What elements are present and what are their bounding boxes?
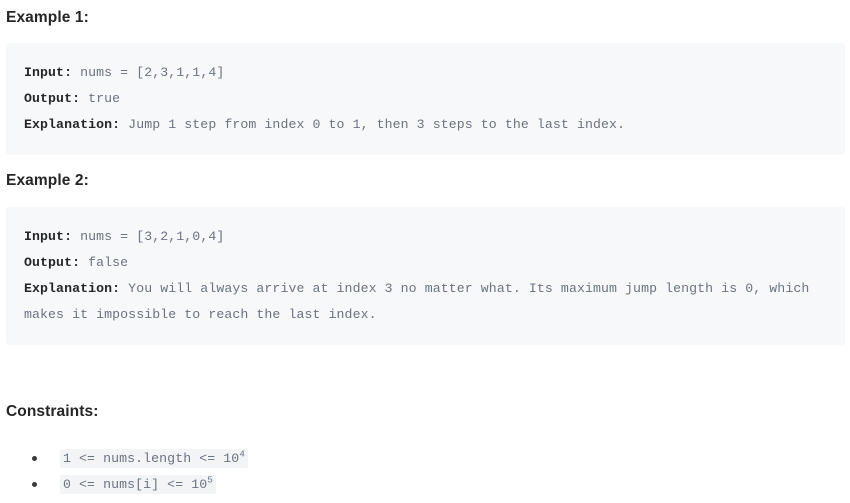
input-value: nums = [2,3,1,1,4]: [72, 65, 225, 80]
output-value: false: [80, 255, 129, 270]
example-1-code-block: Input: nums = [2,3,1,1,4] Output: true E…: [6, 43, 845, 155]
example-2-input-line: Input: nums = [3,2,1,0,4]: [24, 224, 827, 250]
list-item: 0 <= nums[i] <= 105: [32, 471, 248, 497]
example-2-output-line: Output: false: [24, 250, 827, 276]
bullet-icon: [32, 482, 37, 487]
constraint-exponent: 5: [207, 474, 213, 486]
output-label: Output:: [24, 91, 81, 106]
constraint-base: 0 <= nums[i] <= 10: [63, 477, 208, 492]
list-item: 1 <= nums.length <= 104: [32, 445, 248, 471]
constraints-list: 1 <= nums.length <= 104 0 <= nums[i] <= …: [32, 445, 248, 497]
constraint-code: 0 <= nums[i] <= 105: [60, 475, 216, 494]
example-1-input-line: Input: nums = [2,3,1,1,4]: [24, 60, 827, 86]
output-value: true: [80, 91, 121, 106]
example-1-heading: Example 1:: [6, 9, 89, 26]
explanation-value: You will always arrive at index 3 no mat…: [24, 281, 818, 322]
input-value: nums = [3,2,1,0,4]: [72, 229, 225, 244]
constraint-code: 1 <= nums.length <= 104: [60, 449, 248, 468]
explanation-value: Jump 1 step from index 0 to 1, then 3 st…: [120, 117, 626, 132]
explanation-label: Explanation:: [24, 117, 121, 132]
example-1-output-line: Output: true: [24, 86, 827, 112]
example-1-explanation-line: Explanation: Jump 1 step from index 0 to…: [24, 112, 827, 138]
constraints-heading: Constraints:: [6, 403, 99, 420]
input-label: Input:: [24, 229, 73, 244]
constraint-exponent: 4: [239, 448, 245, 460]
output-label: Output:: [24, 255, 81, 270]
bullet-icon: [32, 456, 37, 461]
example-2-code-block: Input: nums = [3,2,1,0,4] Output: false …: [6, 207, 845, 345]
explanation-label: Explanation:: [24, 281, 121, 296]
constraint-base: 1 <= nums.length <= 10: [63, 451, 240, 466]
problem-description-page: Example 1: Input: nums = [2,3,1,1,4] Out…: [0, 0, 850, 503]
example-2-heading: Example 2:: [6, 172, 89, 189]
example-2-explanation-line: Explanation: You will always arrive at i…: [24, 276, 827, 328]
input-label: Input:: [24, 65, 73, 80]
